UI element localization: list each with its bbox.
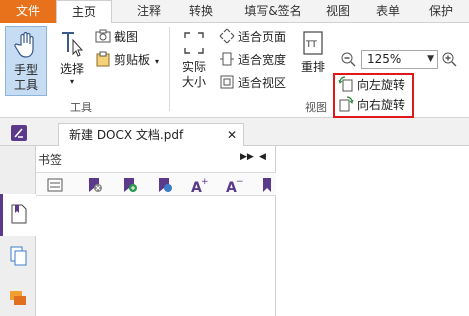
menu-bar: 文件 主页 注释 转换 填写&签名 视图 表单 保护	[0, 0, 469, 24]
reflow-icon: TT	[303, 31, 323, 55]
expand-panel-icon[interactable]: ▶▶	[240, 152, 254, 162]
svg-text:+: +	[201, 177, 208, 187]
tab-fill-sign[interactable]: 填写&签名	[236, 0, 310, 23]
screenshot-button[interactable]: 截图	[95, 27, 138, 47]
document-tab-strip: 新建 DOCX 文档.pdf ✕	[0, 118, 469, 147]
svg-text:TT: TT	[305, 40, 317, 50]
fit-width-icon	[220, 52, 234, 66]
increase-font-icon[interactable]: A +	[190, 176, 208, 194]
reflow-label: 重排	[300, 60, 325, 74]
zoom-dropdown[interactable]: 125% ▼	[361, 50, 438, 69]
tab-view[interactable]: 视图	[316, 0, 360, 23]
group-divider	[169, 27, 170, 111]
clipboard-icon	[96, 51, 110, 67]
hand-tool-label: 手型 工具	[13, 63, 38, 92]
hand-icon	[14, 31, 34, 58]
rotate-highlight-box	[333, 73, 414, 118]
chevron-down-icon: ▾	[155, 57, 160, 66]
actual-size-button[interactable]: 实际 大小	[175, 26, 213, 96]
fit-view-icon	[220, 75, 234, 89]
bookmark-toolbar: A + A −	[36, 172, 276, 196]
tab-home[interactable]: 主页	[56, 0, 112, 24]
tab-convert[interactable]: 转换	[174, 0, 228, 23]
document-tab[interactable]: 新建 DOCX 文档.pdf ✕	[58, 123, 244, 147]
tools-group-label: 工具	[70, 101, 92, 114]
fit-page-icon	[219, 28, 235, 44]
view-group-label: 视图	[305, 101, 327, 114]
fit-page-button[interactable]: 适合页面	[219, 27, 286, 47]
tab-file[interactable]: 文件	[0, 0, 56, 23]
fit-view-button[interactable]: 适合视区	[219, 73, 286, 93]
svg-text:−: −	[236, 177, 243, 187]
nav-panel-strip	[0, 146, 36, 316]
bookmark-page-icon	[11, 204, 27, 224]
bookmark-options-icon[interactable]	[46, 176, 64, 194]
nav-bookmark-tab[interactable]	[0, 194, 36, 236]
ribbon: 手型 工具 选择 ▾ 截图 剪贴板 ▾ 工具 实际 大小 适合页面 适合宽度 适合…	[0, 23, 469, 118]
zoom-value: 125%	[367, 52, 402, 66]
select-label: 选择	[59, 62, 84, 76]
document-tab-title: 新建 DOCX 文档.pdf	[69, 128, 184, 142]
tab-comment[interactable]: 注释	[124, 0, 174, 23]
bookmark-panel-title: 书签	[38, 153, 63, 167]
chevron-down-icon: ▾	[69, 77, 74, 86]
fit-width-label: 适合宽度	[238, 53, 287, 67]
goto-bookmark-icon[interactable]	[156, 176, 174, 194]
fit-width-button[interactable]: 适合宽度	[219, 50, 286, 70]
select-button[interactable]: 选择 ▾	[52, 26, 92, 96]
clipboard-label: 剪贴板	[114, 53, 151, 67]
actual-size-icon	[184, 32, 204, 54]
bookmark-panel: 书签 ▶▶ ◀ A + A −	[0, 146, 276, 316]
camera-icon	[95, 29, 111, 43]
fit-page-label: 适合页面	[238, 30, 287, 44]
reflow-button[interactable]: TT 重排	[296, 26, 330, 86]
zoom-out-icon[interactable]	[341, 52, 357, 68]
fit-view-label: 适合视区	[238, 76, 287, 90]
delete-bookmark-icon[interactable]	[86, 176, 104, 194]
close-icon[interactable]: ✕	[227, 124, 237, 146]
document-view[interactable]	[276, 146, 469, 316]
chevron-down-icon: ▼	[427, 54, 434, 64]
select-cursor-icon	[62, 32, 84, 57]
tab-protect[interactable]: 保护	[416, 0, 466, 23]
add-bookmark-icon[interactable]	[121, 176, 139, 194]
clipboard-button[interactable]: 剪贴板 ▾	[95, 50, 159, 70]
actual-size-label: 实际 大小	[181, 60, 206, 89]
tab-form[interactable]: 表单	[366, 0, 410, 23]
collapse-panel-icon[interactable]: ◀	[259, 152, 266, 162]
decrease-font-icon[interactable]: A −	[225, 176, 243, 194]
pages-icon[interactable]	[10, 246, 28, 266]
screenshot-label: 截图	[114, 30, 139, 44]
comments-icon[interactable]	[9, 290, 27, 308]
app-logo-icon	[11, 125, 27, 141]
hand-tool-button[interactable]: 手型 工具	[5, 26, 47, 96]
zoom-in-icon[interactable]	[442, 52, 458, 68]
